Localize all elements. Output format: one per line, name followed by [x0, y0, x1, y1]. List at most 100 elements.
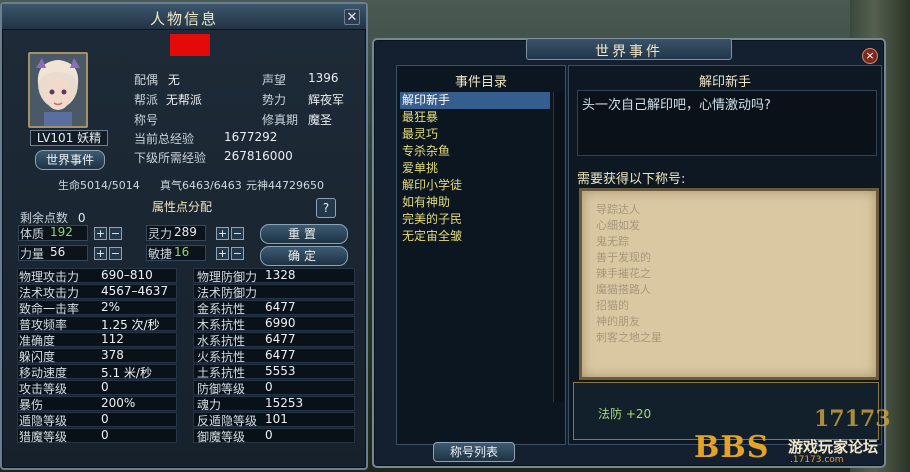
spouse-label: 配偶	[134, 73, 159, 87]
hp-readout: 生命5014/5014	[58, 179, 140, 192]
stat-label: 木系抗性	[197, 318, 246, 332]
stat-row: 攻击等级 0 防御等级 0	[17, 380, 357, 396]
event-detail-header: 解印新手	[698, 75, 751, 90]
stat-row: 普攻频率 1.25 次/秒 木系抗性 6990	[17, 316, 357, 332]
spirit-power-plus-button[interactable]: +	[216, 227, 229, 240]
title-list-button[interactable]: 称号列表	[433, 442, 515, 462]
stat-row: 移动速度 5.1 米/秒 土系抗性 5553	[17, 364, 357, 380]
world-event-button[interactable]: 世界事件	[35, 150, 105, 170]
stat-value: 1328	[265, 268, 296, 282]
watermark-bbs: BBS	[694, 430, 770, 465]
event-list-item[interactable]: 解印小学徒	[400, 177, 550, 194]
watermark-site-name: 游戏玩家论坛	[788, 438, 879, 456]
stat-value: 0	[101, 380, 109, 394]
required-title-item: 辣手摧花之	[596, 267, 651, 280]
total-exp-value: 1677292	[224, 130, 278, 144]
constitution-minus-button[interactable]: −	[109, 227, 122, 240]
event-list-item[interactable]: 专杀杂鱼	[400, 143, 550, 160]
stat-value: 6990	[265, 316, 296, 330]
close-icon[interactable]: ✕	[344, 9, 360, 25]
constitution-label: 体质	[20, 227, 45, 241]
spirit-readout: 元神44729650	[246, 179, 324, 192]
avatar	[28, 52, 88, 128]
site-watermark: 17173 BBS 游戏玩家论坛 .17173.com	[694, 406, 904, 470]
required-title-item: 刺客之地之星	[596, 331, 662, 344]
requirement-label: 需要获得以下称号:	[577, 172, 686, 187]
strength-label: 力量	[20, 247, 45, 261]
event-list-item[interactable]: 如有神助	[400, 194, 550, 211]
stat-value: 200%	[101, 396, 136, 410]
reset-button[interactable]: 重置	[260, 224, 348, 244]
stat-label: 法术攻击力	[19, 286, 80, 300]
character-title-bar[interactable]: 人物信息	[2, 4, 366, 30]
avatar-portrait-icon	[30, 54, 86, 126]
event-list-item[interactable]: 完美的子民	[400, 211, 550, 228]
agility-plus-button[interactable]: +	[216, 247, 229, 260]
spirit-power-minus-button[interactable]: −	[231, 227, 244, 240]
stat-label: 准确度	[19, 334, 56, 348]
mp-readout: 真气6463/6463	[160, 179, 242, 192]
stat-value: 6477	[265, 348, 296, 362]
event-list-item[interactable]: 爱单挑	[400, 160, 550, 177]
required-title-item: 导踪达人	[596, 203, 640, 216]
world-title-bar[interactable]: 世界事件	[526, 38, 732, 60]
stat-label: 金系抗性	[197, 302, 246, 316]
strength-plus-button[interactable]: +	[94, 247, 107, 260]
stat-label: 躲闪度	[19, 350, 56, 364]
stat-row: 物理攻击力 690–810 物理防御力 1328	[17, 268, 357, 284]
constitution-value: 192	[50, 225, 73, 239]
stat-value: 15253	[265, 396, 304, 410]
stat-value: 101	[265, 412, 288, 426]
next-exp-row: 下级所需经验 267816000	[134, 149, 293, 166]
strength-minus-button[interactable]: −	[109, 247, 122, 260]
reward-text: 法防 +20	[598, 407, 652, 421]
world-panel-title: 世界事件	[595, 44, 663, 60]
event-list-header: 事件目录	[454, 75, 507, 90]
event-list-panel: 事件目录 解印新手 最狂暴 最灵巧 专杀杂鱼 爱单挑 解印小学徒 如有神助 完美的子民 无定宙全…	[396, 65, 566, 462]
event-list-item[interactable]: 最狂暴	[400, 109, 550, 126]
combat-stats-table: 物理攻击力 690–810 物理防御力 1328 法术攻击力 4567–4637 法术防御力…	[17, 268, 357, 466]
stat-value: 4567–4637	[101, 284, 169, 298]
remaining-points-value: 0	[77, 211, 86, 225]
event-list-item[interactable]: 解印新手	[400, 92, 550, 109]
required-title-item: 魔猫搭路人	[596, 283, 651, 296]
character-panel-title: 人物信息	[149, 10, 218, 28]
confirm-button[interactable]: 确定	[260, 246, 348, 266]
stat-value: 0	[265, 380, 273, 394]
required-titles-list: 导踪达人 心细如发 鬼无踪 善于发现的 辣手摧花之 魔猫搭路人 招猫的 神的朋友 刺客之地之星	[579, 188, 879, 380]
next-exp-label: 下级所需经验	[134, 151, 207, 165]
stat-value: 6477	[265, 300, 296, 314]
watermark-url: .17173.com	[790, 455, 844, 465]
reputation-label: 声望	[262, 73, 287, 87]
stat-label: 普攻频率	[19, 318, 68, 332]
spirit-power-value: 289	[174, 225, 197, 239]
stat-label: 攻击等级	[19, 382, 68, 396]
event-list-item[interactable]: 最灵巧	[400, 126, 550, 143]
guild-row: 帮派 无帮派	[134, 91, 202, 108]
agility-label: 敏捷	[148, 247, 173, 261]
event-list-scrollbar[interactable]	[553, 92, 563, 402]
stat-value: 6477	[265, 332, 296, 346]
stat-label: 御魔等级	[197, 430, 246, 444]
next-exp-value: 267816000	[224, 149, 293, 163]
stat-row: 遁隐等级 0 反遁隐等级 101	[17, 412, 357, 428]
guild-label: 帮派	[134, 93, 159, 107]
reputation-row: 声望 1396	[262, 71, 339, 88]
constitution-plus-button[interactable]: +	[94, 227, 107, 240]
stat-row: 致命一击率 2% 金系抗性 6477	[17, 300, 357, 316]
agility-minus-button[interactable]: −	[231, 247, 244, 260]
help-icon[interactable]: ?	[316, 198, 336, 218]
character-name-plate	[170, 34, 210, 56]
close-icon[interactable]: ×	[862, 48, 878, 64]
total-exp-row: 当前总经验 1677292	[134, 130, 277, 147]
event-list-item[interactable]: 无定宙全皱	[400, 228, 550, 245]
required-title-item: 神的朋友	[596, 315, 640, 328]
stat-value: 5.1 米/秒	[101, 366, 152, 380]
required-title-item: 心细如发	[596, 219, 640, 232]
stat-label: 致命一击率	[19, 302, 80, 316]
title-row: 称号	[134, 111, 158, 128]
stat-value: 0	[265, 428, 273, 442]
spouse-value: 无	[167, 73, 180, 87]
guild-value: 无帮派	[165, 93, 202, 107]
stat-value: 0	[101, 412, 109, 426]
